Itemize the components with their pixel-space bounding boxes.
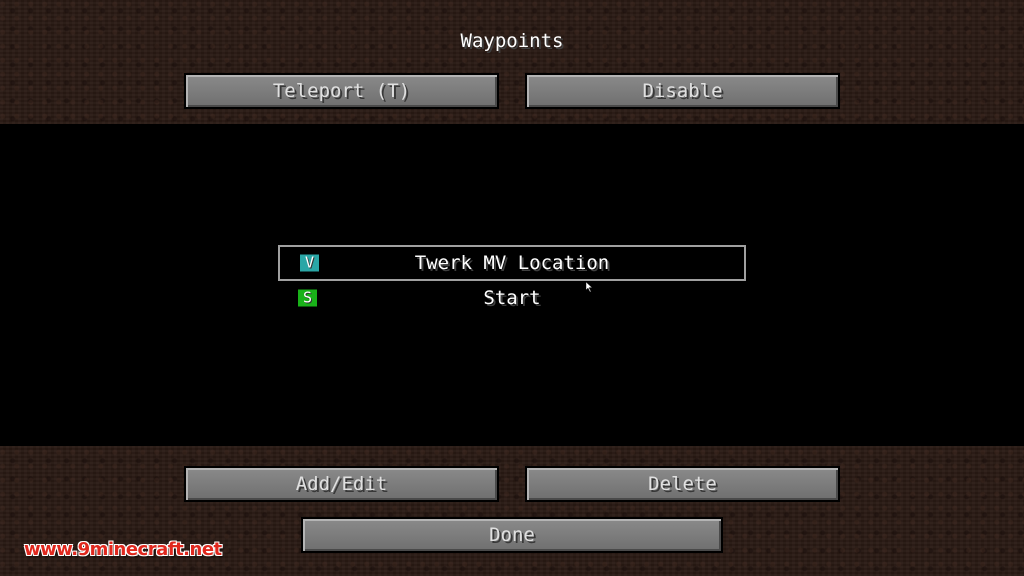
teleport-button[interactable]: Teleport (T): [184, 73, 499, 109]
mouse-pointer-icon: [586, 282, 593, 292]
screen-title: Waypoints: [460, 30, 564, 52]
waypoint-badge-icon: V: [300, 254, 319, 272]
waypoint-row-twerk-mv-location[interactable]: V Twerk MV Location: [278, 245, 746, 281]
waypoint-name: Twerk MV Location: [414, 252, 610, 274]
waypoint-badge-icon: S: [298, 289, 317, 307]
waypoint-row-start[interactable]: S Start: [278, 280, 746, 316]
done-button[interactable]: Done: [301, 517, 723, 553]
watermark: www.9minecraft.net: [24, 539, 222, 560]
delete-button[interactable]: Delete: [525, 466, 840, 502]
waypoints-screen: Waypoints Teleport (T) Disable V Twerk M…: [0, 0, 1024, 576]
add-edit-button[interactable]: Add/Edit: [184, 466, 499, 502]
waypoint-name: Start: [483, 287, 541, 309]
disable-button[interactable]: Disable: [525, 73, 840, 109]
